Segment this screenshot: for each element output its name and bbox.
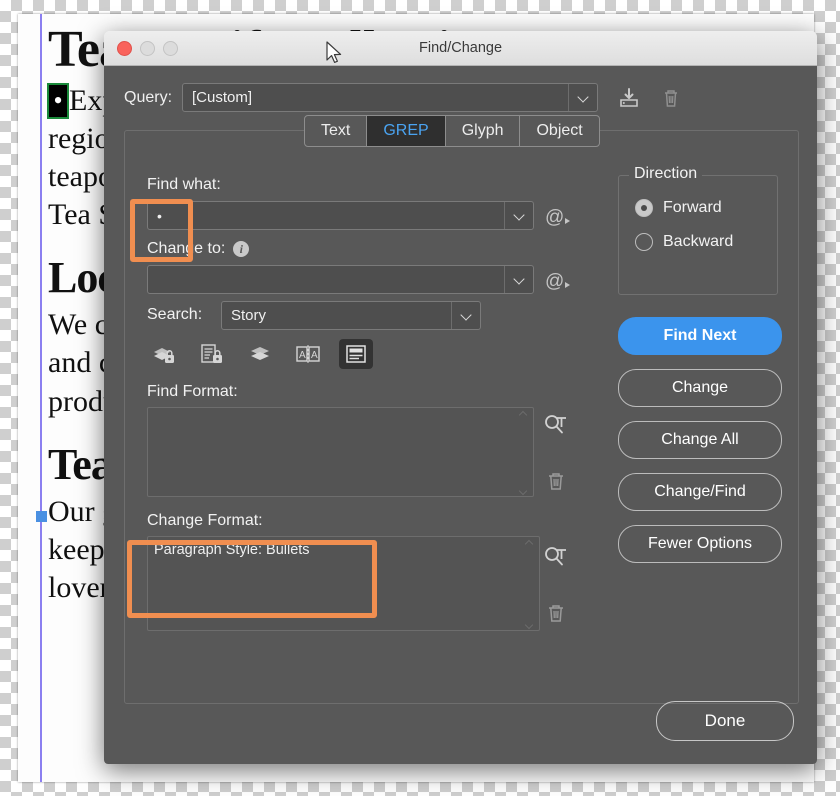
find-next-button[interactable]: Find Next [618,317,782,355]
find-what-at-menu-icon[interactable]: @ [543,203,573,231]
find-format-specify-attributes-icon[interactable] [541,411,571,439]
change-to-label: Change to: [147,240,226,257]
change-to-at-menu-icon[interactable]: @ [543,267,573,295]
include-master-pages-icon[interactable]: A A [291,339,325,369]
tab-text[interactable]: Text [305,116,368,146]
done-button[interactable]: Done [656,701,794,741]
scroll-down-icon [519,487,528,493]
change-to-input[interactable] [147,265,534,294]
radio-forward-icon[interactable] [635,199,653,217]
find-change-dialog[interactable]: Find/Change Query: [Custom] Text GREP Gl… [104,31,817,764]
dialog-title: Find/Change [418,40,503,56]
change-format-box[interactable]: Paragraph Style: Bullets [147,536,540,631]
direction-group: Direction Forward Backward [618,165,778,295]
change-format-specify-attributes-icon[interactable] [541,543,571,571]
change-button[interactable]: Change [618,369,782,407]
svg-text:A: A [311,350,318,361]
svg-text:@: @ [545,207,564,228]
radio-forward[interactable]: Forward [635,199,777,217]
query-value: [Custom] [192,89,253,106]
tab-grep[interactable]: GREP [367,116,446,146]
change-all-button[interactable]: Change All [618,421,782,459]
find-format-box[interactable] [147,407,534,497]
chevron-down-icon[interactable] [504,266,533,293]
find-what-input[interactable]: • [147,201,534,230]
query-dropdown[interactable]: [Custom] [182,83,599,112]
scroll-up-icon [519,411,528,417]
find-format-clear-attributes-icon[interactable] [541,467,571,495]
change-format-label: Change Format: [147,512,263,529]
info-icon[interactable]: i [233,241,250,257]
screenshot-root: Tea & Gift Collection •Exp region teapo … [0,0,840,796]
find-format-label: Find Format: [147,383,238,400]
dialog-titlebar[interactable]: Find/Change [104,31,817,66]
change-to-label-group: Change to: i [147,240,250,258]
change-format-value: Paragraph Style: Bullets [154,542,310,558]
save-query-icon[interactable] [614,84,644,112]
direction-title: Direction [629,165,703,183]
search-scope-dropdown[interactable]: Story [221,301,481,330]
radio-backward-label: Backward [663,233,734,250]
search-options-panel: Text GREP Glyph Object Find what: • @ Ch… [124,115,799,704]
chevron-down-icon[interactable] [504,202,533,229]
change-format-clear-attributes-icon[interactable] [541,599,571,627]
fewer-options-button[interactable]: Fewer Options [618,525,782,563]
chevron-down-icon [451,302,480,329]
radio-backward-icon[interactable] [635,233,653,251]
search-label: Search: [147,306,203,323]
svg-text:A: A [299,350,306,361]
margin-guide [40,14,42,782]
find-format-scroll-arrows[interactable] [519,411,529,493]
change-find-button[interactable]: Change/Find [618,473,782,511]
include-hidden-layers-icon[interactable] [243,339,277,369]
include-locked-layers-icon[interactable] [147,339,181,369]
radio-forward-label: Forward [663,199,722,216]
svg-text:@: @ [545,271,564,292]
chevron-down-icon [568,84,597,111]
include-footnotes-icon[interactable] [339,339,373,369]
dialog-body: Query: [Custom] Text GREP Glyph Object F… [104,66,817,764]
mode-tabs: Text GREP Glyph Object [304,115,600,147]
scroll-down-icon [525,621,534,627]
change-format-scroll-arrows[interactable] [525,540,535,627]
query-label: Query: [124,88,173,106]
radio-backward[interactable]: Backward [635,233,777,251]
tab-glyph[interactable]: Glyph [446,116,521,146]
find-what-label: Find what: [147,176,221,193]
scope-toggle-row: A A [147,339,373,369]
text-frame-handle[interactable] [36,511,47,522]
tab-object[interactable]: Object [520,116,598,146]
scroll-up-icon [525,540,534,546]
mouse-cursor-icon [326,41,344,67]
action-buttons: Find Next Change Change All Change/Find … [618,317,782,563]
search-scope-value: Story [231,307,267,324]
query-row: Query: [Custom] [104,66,817,112]
include-locked-stories-icon[interactable] [195,339,229,369]
find-what-value: • [157,207,162,224]
bullet-marker: • [47,83,69,120]
delete-query-icon[interactable] [656,84,686,112]
